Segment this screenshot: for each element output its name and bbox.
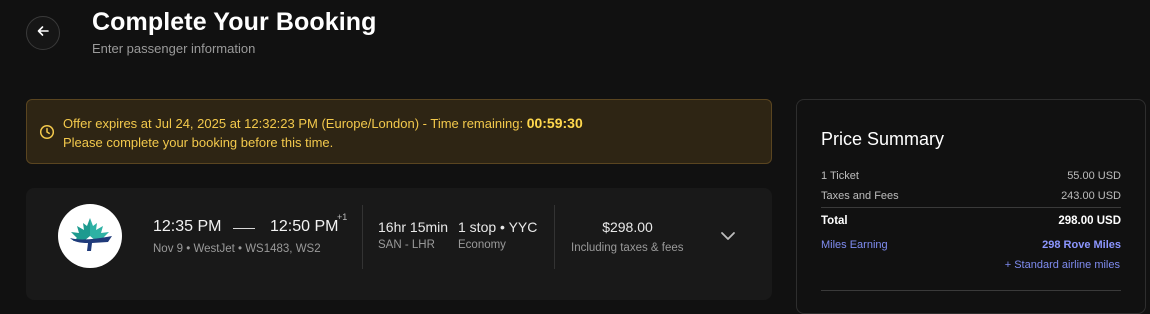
offer-message: Offer expires at Jul 24, 2025 at 12:32:2…: [63, 116, 527, 131]
ticket-value: 55.00 USD: [1067, 170, 1121, 182]
miles-value: 298 Rove Miles: [1042, 239, 1121, 251]
ticket-row: 1 Ticket 55.00 USD: [821, 170, 1121, 182]
page-subtitle: Enter passenger information: [92, 41, 256, 56]
offer-note: Please complete your booking before this…: [63, 135, 334, 150]
chevron-down-icon: [720, 228, 736, 246]
flight-route: SAN - LHR: [378, 239, 435, 251]
expand-flight-button[interactable]: [716, 225, 740, 249]
ticket-label: 1 Ticket: [821, 170, 859, 182]
taxes-label: Taxes and Fees: [821, 190, 899, 202]
offer-expiry-banner: Offer expires at Jul 24, 2025 at 12:32:2…: [26, 99, 772, 164]
countdown-timer: 00:59:30: [526, 115, 583, 131]
flight-card[interactable]: 12:35 PM 12:50 PM +1 Nov 9 • WestJet • W…: [26, 188, 772, 300]
total-row: Total 298.00 USD: [821, 215, 1121, 227]
summary-divider: [821, 290, 1121, 291]
airline-logo: [58, 204, 122, 268]
clock-icon: [39, 124, 55, 145]
departure-time: 12:35 PM: [153, 218, 222, 235]
miles-label: Miles Earning: [821, 239, 888, 251]
standard-miles-link[interactable]: + Standard airline miles: [1005, 259, 1120, 271]
arrival-time: 12:50 PM: [270, 218, 339, 235]
price-note: Including taxes & fees: [571, 242, 684, 254]
taxes-row: Taxes and Fees 243.00 USD: [821, 190, 1121, 202]
back-button[interactable]: [26, 16, 60, 50]
westjet-maple-leaf-logo: [70, 218, 112, 251]
total-label: Total: [821, 215, 848, 227]
page-title: Complete Your Booking: [92, 8, 377, 36]
flight-duration: 16hr 15min: [378, 219, 449, 235]
time-separator: [233, 228, 255, 229]
flight-price: $298.00: [602, 219, 653, 235]
price-summary-title: Price Summary: [821, 129, 945, 149]
taxes-value: 243.00 USD: [1061, 190, 1121, 202]
flight-meta: Nov 9 • WestJet • WS1483, WS2: [153, 243, 321, 255]
cabin-class: Economy: [458, 239, 506, 251]
arrow-left-icon: [36, 24, 50, 43]
day-offset: +1: [337, 212, 348, 222]
divider: [362, 205, 363, 269]
price-summary-panel: Price Summary 1 Ticket 55.00 USD Taxes a…: [796, 99, 1146, 314]
summary-divider: [821, 207, 1121, 208]
divider: [554, 205, 555, 269]
offer-expiry-text: Offer expires at Jul 24, 2025 at 12:32:2…: [63, 115, 583, 131]
flight-stops: 1 stop • YYC: [458, 219, 538, 235]
miles-row: Miles Earning 298 Rove Miles: [821, 239, 1121, 251]
total-value: 298.00 USD: [1058, 215, 1121, 227]
